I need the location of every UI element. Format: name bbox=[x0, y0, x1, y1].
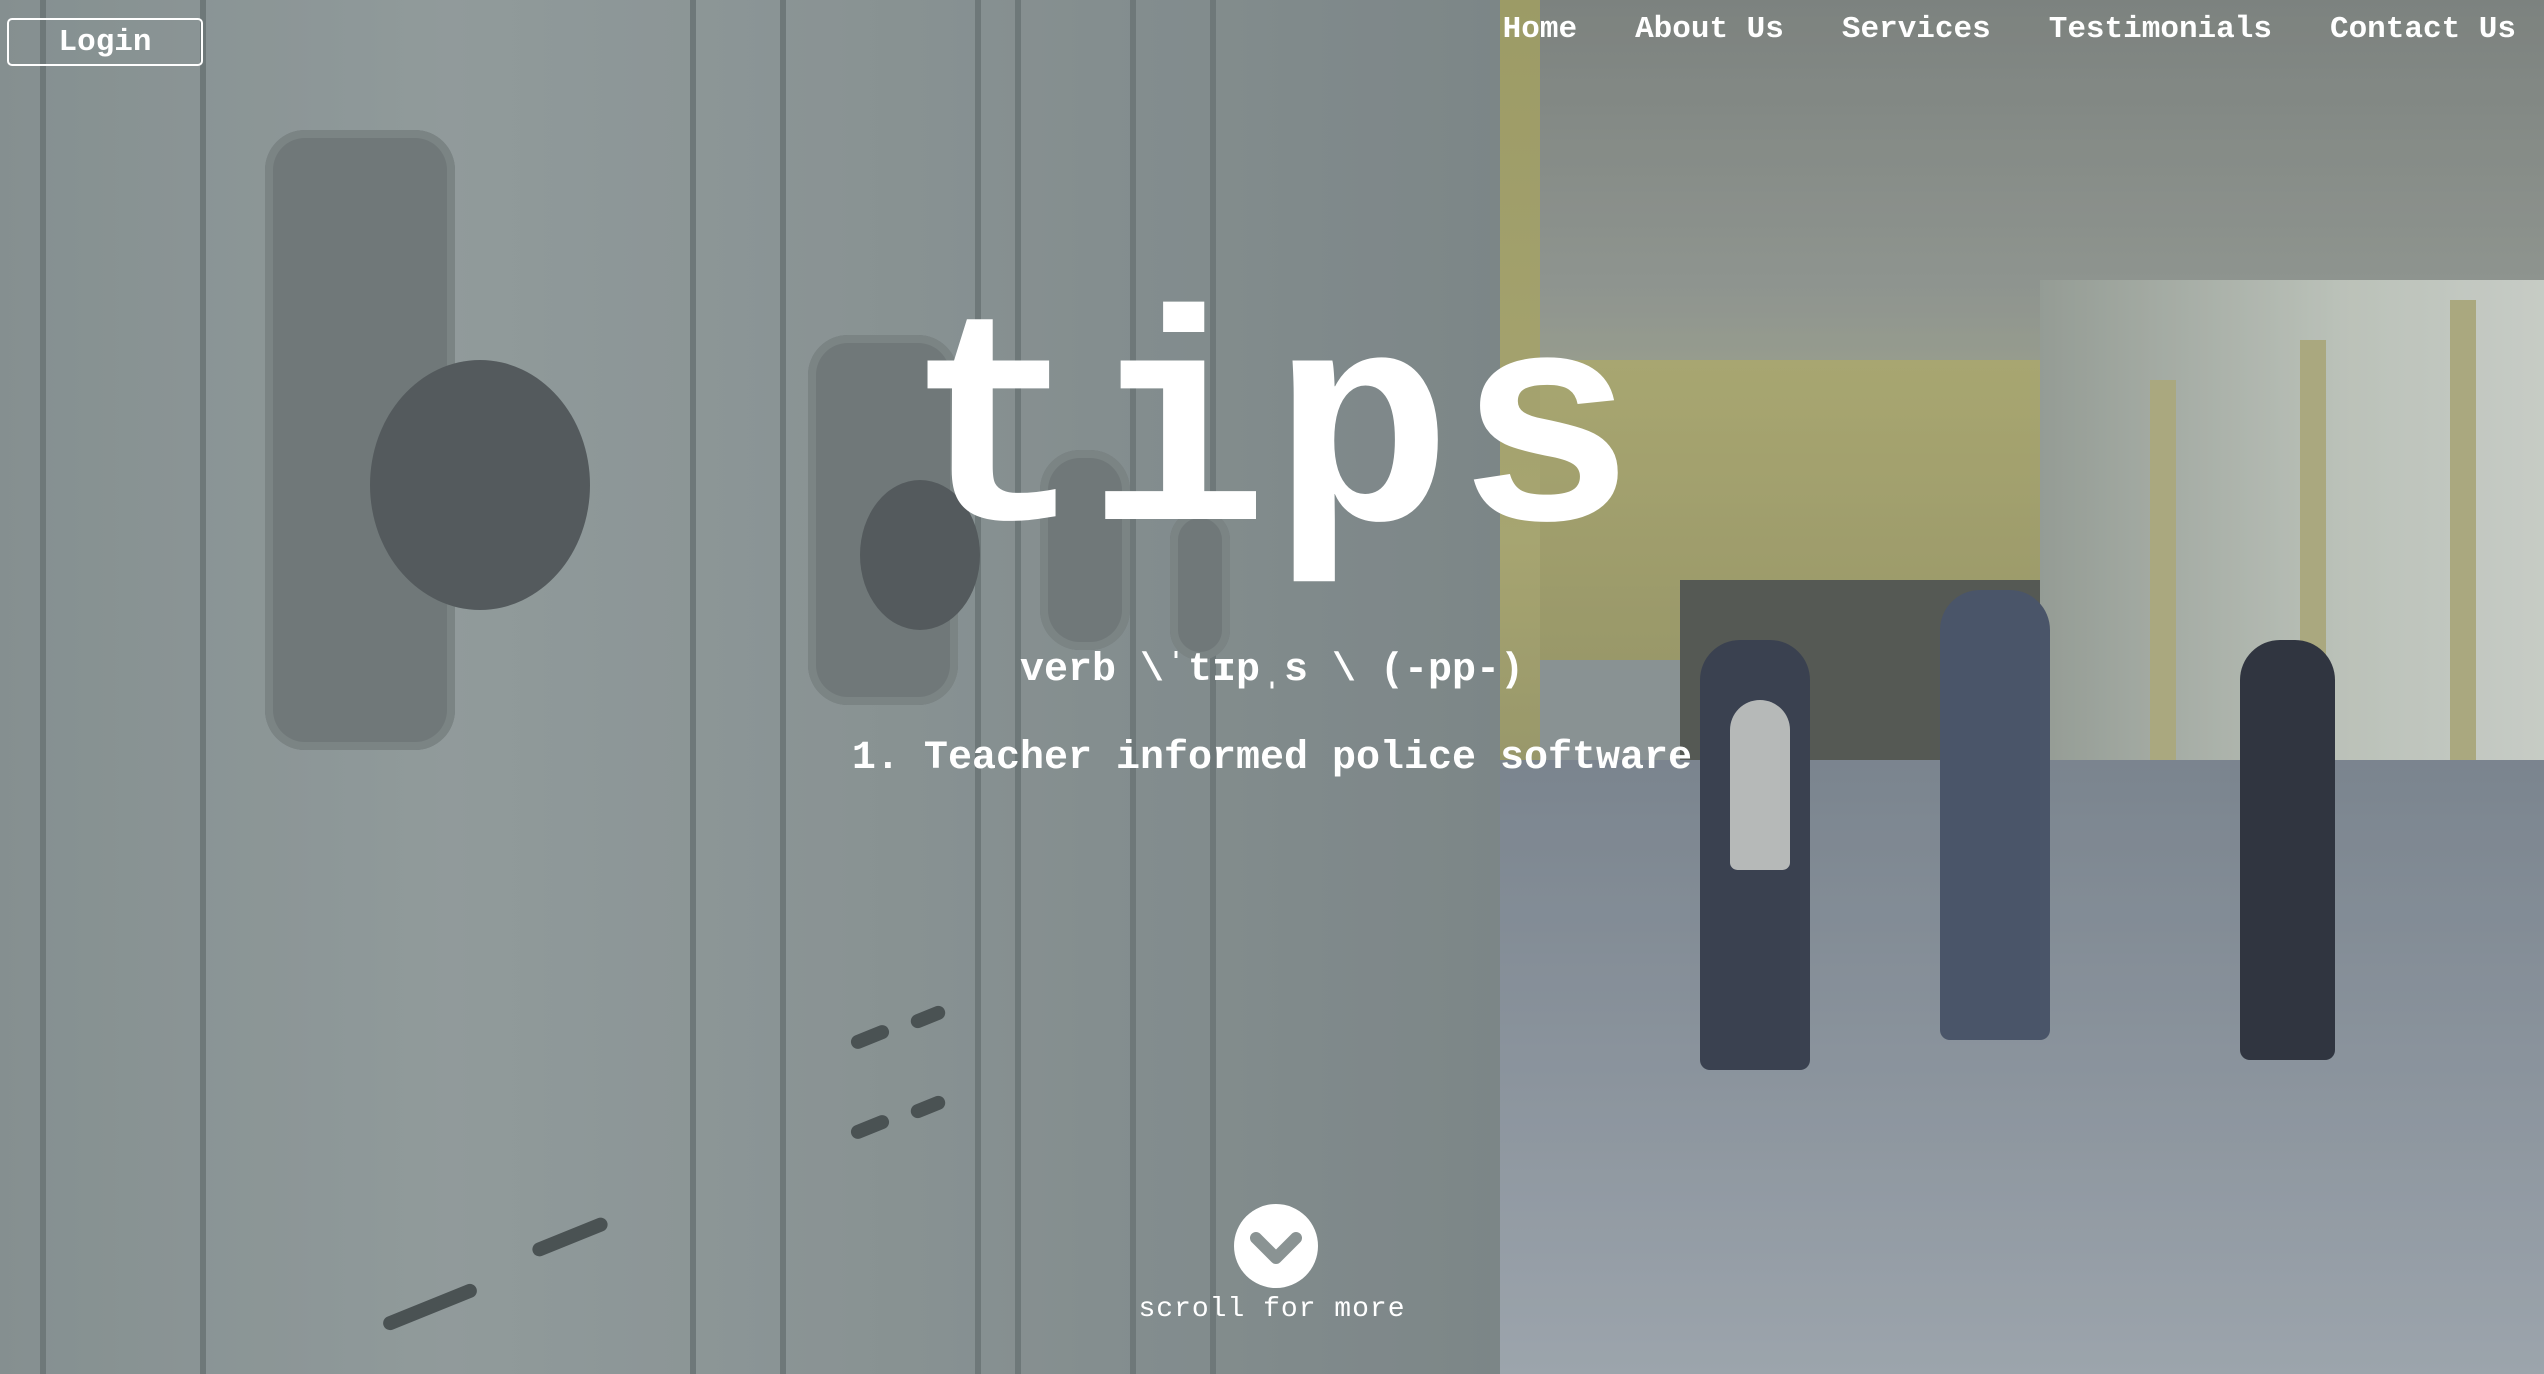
hero-pronunciation: verb \ˈtɪpˌs \ (-pp-) bbox=[1019, 648, 1525, 693]
nav-about-us[interactable]: About Us bbox=[1635, 10, 1784, 50]
nav-contact-us[interactable]: Contact Us bbox=[2330, 10, 2516, 50]
chevron-down-circle-icon[interactable] bbox=[1234, 1204, 1318, 1288]
hero-definition: 1. Teacher informed police software bbox=[851, 736, 1693, 781]
login-button[interactable]: Login bbox=[7, 18, 203, 66]
hero-title: tips bbox=[903, 270, 1641, 610]
nav-testimonials[interactable]: Testimonials bbox=[2049, 10, 2272, 50]
main-nav: Home About Us Services Testimonials Cont… bbox=[1503, 10, 2516, 50]
nav-home[interactable]: Home bbox=[1503, 10, 1577, 50]
nav-services[interactable]: Services bbox=[1842, 10, 1991, 50]
scroll-for-more-label[interactable]: scroll for more bbox=[0, 1292, 2544, 1328]
